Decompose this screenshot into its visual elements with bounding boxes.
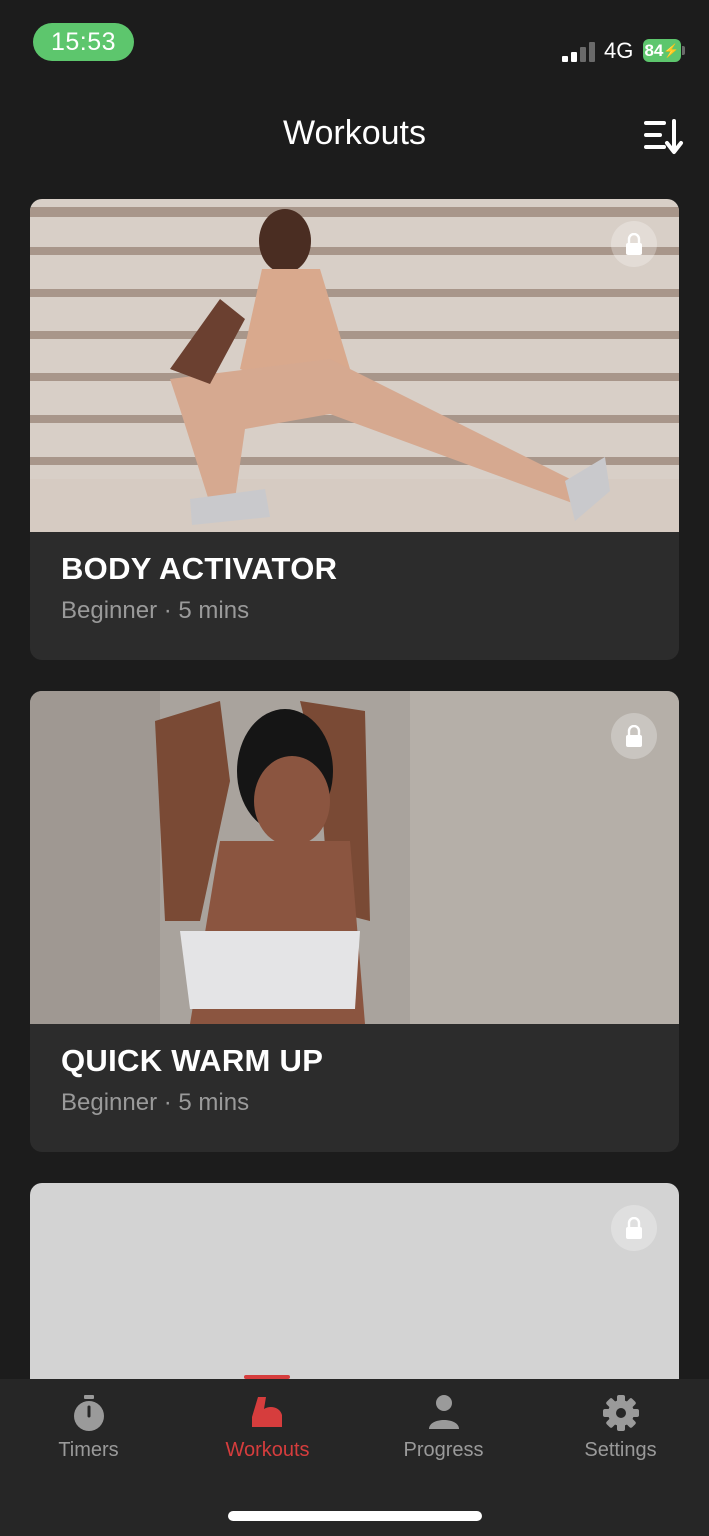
workout-card[interactable]: BODY ACTIVATOR Beginner · 5 mins xyxy=(30,199,679,660)
flexed-arm-icon xyxy=(251,1397,282,1427)
workout-image xyxy=(30,199,679,532)
stopwatch-icon xyxy=(73,1395,104,1431)
workout-title: QUICK WARM UP xyxy=(61,1043,324,1078)
signal-strength-icon xyxy=(562,42,595,62)
tab-progress[interactable]: Progress xyxy=(355,1379,532,1479)
battery-icon: 84 ⚡ xyxy=(643,39,681,62)
page-title: Workouts xyxy=(283,114,426,152)
active-tab-indicator xyxy=(244,1375,290,1379)
tab-label: Settings xyxy=(584,1439,657,1461)
workout-card[interactable] xyxy=(30,1183,679,1403)
gear-icon xyxy=(602,1395,639,1431)
tab-label: Timers xyxy=(58,1439,119,1461)
sort-list-icon[interactable] xyxy=(640,116,686,156)
workout-meta: Beginner · 5 mins xyxy=(61,1089,250,1116)
battery-level: 84 xyxy=(644,40,664,60)
nav-header: Workouts xyxy=(0,100,709,170)
tab-timers[interactable]: Timers xyxy=(0,1379,177,1479)
battery-cap xyxy=(682,46,685,55)
lock-icon xyxy=(611,1205,657,1251)
network-type: 4G xyxy=(604,38,634,63)
lock-icon xyxy=(611,221,657,267)
status-bar: 15:53 4G 84 ⚡ xyxy=(0,0,709,84)
tab-label: Workouts xyxy=(225,1439,310,1461)
workout-image xyxy=(30,691,679,1024)
status-time: 15:53 xyxy=(33,23,134,61)
person-icon xyxy=(428,1395,459,1429)
tab-settings[interactable]: Settings xyxy=(532,1379,709,1479)
home-indicator[interactable] xyxy=(228,1511,482,1521)
workout-title: BODY ACTIVATOR xyxy=(61,551,338,586)
tab-workouts[interactable]: Workouts xyxy=(179,1379,356,1479)
workout-card[interactable]: QUICK WARM UP Beginner · 5 mins xyxy=(30,691,679,1152)
lock-icon xyxy=(611,713,657,759)
tab-label: Progress xyxy=(403,1439,484,1461)
workout-meta: Beginner · 5 mins xyxy=(61,597,250,624)
